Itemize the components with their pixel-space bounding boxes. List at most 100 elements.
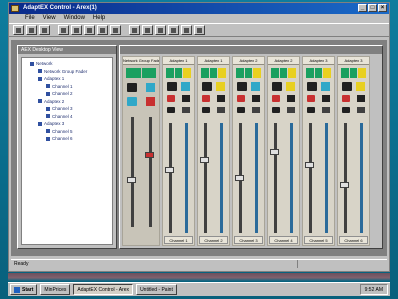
solo-button[interactable] [272,95,280,102]
pan-knob[interactable] [342,82,352,91]
tree-node[interactable]: Channel 1 [24,83,110,91]
solo-button[interactable] [202,95,210,102]
tree-node[interactable]: Channel 5 [24,128,110,136]
solo-button[interactable] [307,95,315,102]
tree-node[interactable]: Channel 6 [24,135,110,143]
title-bar[interactable]: AdaptEX Control - Arex(1) _ □ × [9,3,389,14]
toolbar-button[interactable] [168,25,179,35]
fader-handle[interactable] [235,175,244,181]
fader-handle[interactable] [340,182,349,188]
mute-button[interactable] [252,95,260,102]
menu-help[interactable]: Help [93,14,105,23]
toolbar-button[interactable] [110,25,121,35]
channel-name[interactable]: Channel 6 [339,236,368,244]
channel-name[interactable]: Channel 2 [199,236,228,244]
toolbar-button[interactable] [142,25,153,35]
toolbar-button[interactable] [129,25,140,35]
pan-knob[interactable] [272,82,282,91]
fader-handle[interactable] [305,162,314,168]
meter-track [255,123,258,233]
fader-handle[interactable] [270,149,279,155]
aux-button[interactable] [167,107,175,113]
taskbar-item-paint[interactable]: Untitled - Paint [136,284,177,295]
aux-button[interactable] [237,107,245,113]
aux-indicator [182,107,190,113]
app-window: AdaptEX Control - Arex(1) _ □ × File Vie… [8,2,390,272]
tree-node[interactable]: Adaptex 1 [24,75,110,83]
mute-button[interactable] [322,95,330,102]
tree-node-icon [38,121,42,126]
toolbar-button[interactable] [13,25,24,35]
meter-segment [166,68,174,78]
meter-segment [253,68,262,78]
toolbar-button[interactable] [71,25,82,35]
pan-knob[interactable] [202,82,212,91]
maximize-button[interactable]: □ [368,4,377,12]
channel-name[interactable]: Channel 1 [164,236,193,244]
aux-button[interactable] [202,107,210,113]
solo-button[interactable] [237,95,245,102]
group-fader-handle[interactable] [127,177,136,183]
channel-name[interactable]: Channel 3 [234,236,263,244]
toolbar-button[interactable] [97,25,108,35]
start-button[interactable]: Start [10,284,38,295]
tree-panel-caption[interactable]: AEX Desktop View [18,46,116,54]
pan-knob[interactable] [307,82,317,91]
menu-view[interactable]: View [43,14,56,23]
mute-button[interactable] [182,95,190,102]
aux-indicator [357,107,365,113]
tree-node[interactable]: Channel 2 [24,90,110,98]
channel-name[interactable]: Channel 5 [304,236,333,244]
minimize-button[interactable]: _ [358,4,367,12]
close-button[interactable]: × [378,4,387,12]
fader-track [309,123,312,233]
mute-button[interactable] [357,95,365,102]
tree-node[interactable]: Network [24,60,110,68]
mute-button[interactable] [217,95,225,102]
pan-knob[interactable] [237,82,247,91]
system-clock: 9:52 AM [359,284,388,295]
tree-node[interactable]: Channel 3 [24,105,110,113]
group-mute-button[interactable] [146,97,155,106]
tree-node[interactable]: Network Group Fader [24,68,110,76]
toolbar-icon [197,27,202,33]
tree-node[interactable]: Channel 4 [24,113,110,121]
toolbar-button[interactable] [26,25,37,35]
taskbar-item-minprices[interactable]: MinPrices [40,284,71,295]
eq-indicator [181,82,190,91]
toolbar-button[interactable] [194,25,205,35]
solo-button[interactable] [167,95,175,102]
toolbar-icon [184,27,189,33]
taskbar-item-adaptex[interactable]: AdaptEX Control - Arex [73,284,134,295]
group-button[interactable] [127,97,137,106]
toolbar-button[interactable] [58,25,69,35]
solo-button[interactable] [342,95,350,102]
tree-node[interactable]: Adaptex 2 [24,98,110,106]
toolbar-button[interactable] [39,25,50,35]
tree-panel: AEX Desktop View Network Network Group Fa… [17,45,117,249]
tree-node[interactable]: Adaptex 3 [24,120,110,128]
aux-button[interactable] [342,107,350,113]
toolbar-button[interactable] [84,25,95,35]
mixer-caption[interactable] [120,46,382,54]
channel-name[interactable]: Channel 4 [269,236,298,244]
meter-segment [244,68,253,78]
mute-button[interactable] [287,95,295,102]
channel-head-label: Adaptex 3 [338,57,369,65]
fader-handle[interactable] [165,167,174,173]
fader-handle[interactable] [200,157,209,163]
group-knob[interactable] [127,83,137,92]
channel-strip: Adaptex 2 Channel 3 [232,56,265,246]
menu-file[interactable]: File [25,14,35,23]
aux-button[interactable] [307,107,315,113]
tree-node-icon [46,91,50,96]
toolbar-button[interactable] [155,25,166,35]
toolbar-icon [87,27,92,33]
toolbar-button[interactable] [181,25,192,35]
menu-window[interactable]: Window [64,14,85,23]
pan-knob[interactable] [167,82,177,91]
level-meter [341,68,367,78]
aux-button[interactable] [272,107,280,113]
group-fader-handle-2[interactable] [145,152,154,158]
meter-track [290,123,293,233]
